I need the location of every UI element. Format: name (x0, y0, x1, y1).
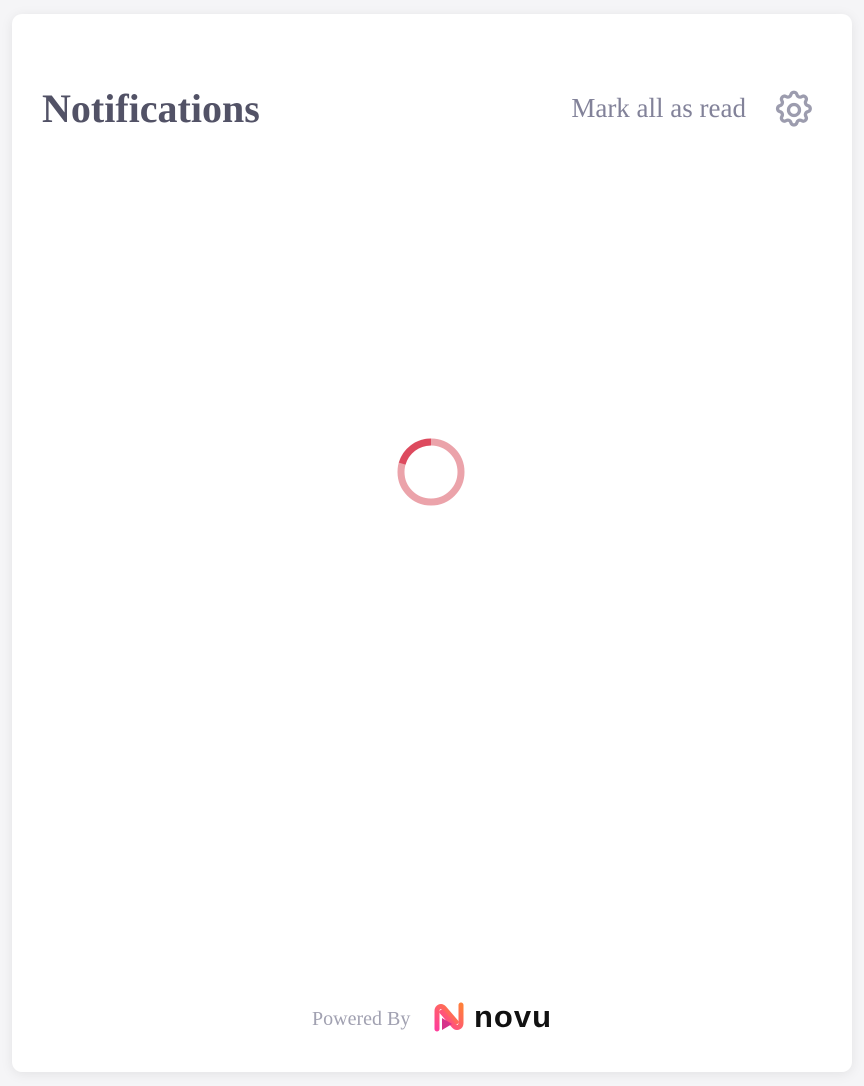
spinner-arc (398, 438, 432, 465)
novu-logo-icon (434, 1002, 464, 1032)
gear-icon[interactable] (772, 88, 816, 132)
novu-brand-link[interactable]: novu (432, 997, 552, 1037)
novu-wordmark: novu (474, 999, 553, 1034)
mark-all-as-read-button[interactable]: Mark all as read (571, 90, 746, 126)
powered-by-label: Powered By (312, 1008, 411, 1030)
footer: Powered By novu (12, 994, 852, 1044)
loading-spinner (397, 438, 465, 506)
page-title: Notifications (42, 86, 260, 131)
notification-header: Notifications Mark all as read (12, 14, 852, 204)
notification-center-panel: Notifications Mark all as read Powered B… (12, 14, 852, 1072)
